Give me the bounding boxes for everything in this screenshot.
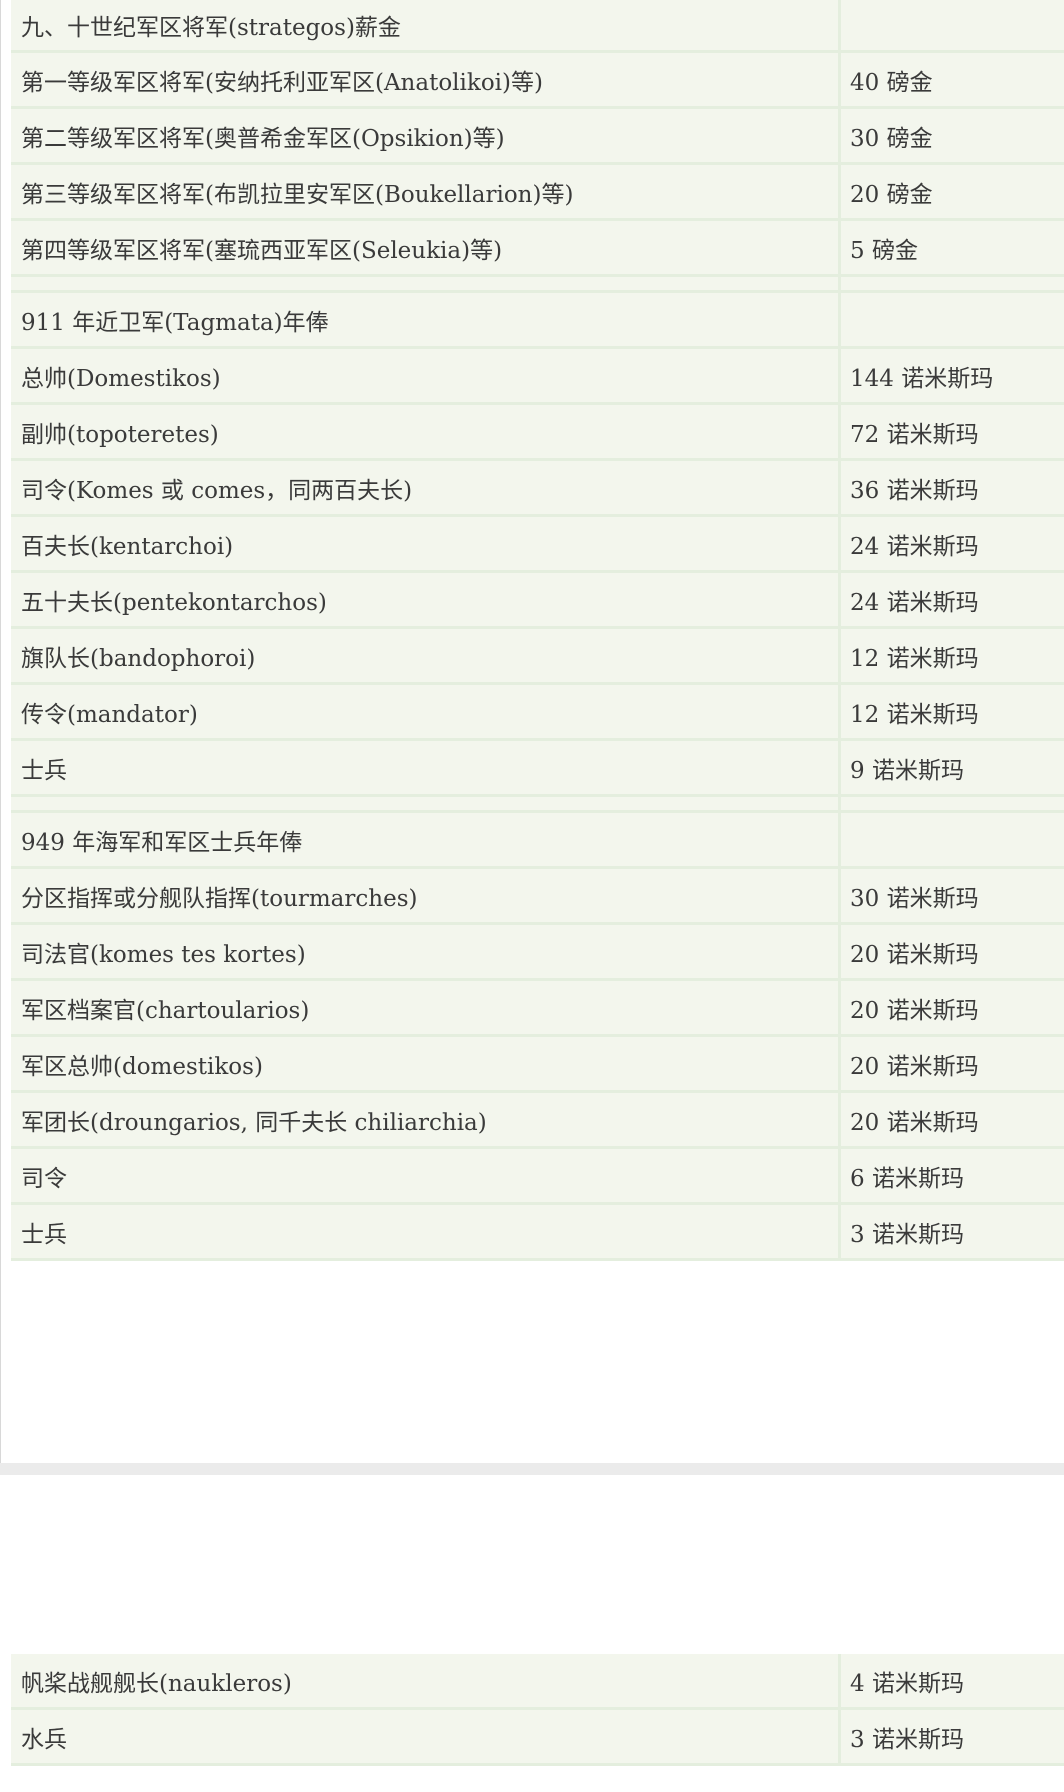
- rank-cell: 第一等级军区将军(安纳托利亚军区(Anatolikoi)等): [11, 53, 841, 109]
- rank-cell: 军区总帅(domestikos): [11, 1037, 841, 1093]
- spacer-cell: [841, 277, 1064, 293]
- table-row: 第一等级军区将军(安纳托利亚军区(Anatolikoi)等) 40 磅金: [11, 53, 1064, 109]
- pay-cell: 3 诺米斯玛: [841, 1710, 1064, 1766]
- section-spacer-row: [11, 277, 1064, 293]
- section-heading: 九、十世纪军区将军(strategos)薪金: [11, 0, 841, 53]
- table-row: 副帅(topoteretes) 72 诺米斯玛: [11, 405, 1064, 461]
- pay-cell: 40 磅金: [841, 53, 1064, 109]
- section-heading-empty-cell: [841, 293, 1064, 349]
- table-row: 总帅(Domestikos) 144 诺米斯玛: [11, 349, 1064, 405]
- section-heading-row: 九、十世纪军区将军(strategos)薪金: [11, 0, 1064, 53]
- section-heading-empty-cell: [841, 0, 1064, 53]
- table-row: 帆桨战舰舰长(naukleros) 4 诺米斯玛: [11, 1654, 1064, 1710]
- pay-cell: 12 诺米斯玛: [841, 629, 1064, 685]
- pay-cell: 30 诺米斯玛: [841, 869, 1064, 925]
- pay-cell: 24 诺米斯玛: [841, 517, 1064, 573]
- table-row: 第四等级军区将军(塞琉西亚军区(Seleukia)等) 5 磅金: [11, 221, 1064, 277]
- table-row: 军团长(droungarios, 同千夫长 chiliarchia) 20 诺米…: [11, 1093, 1064, 1149]
- table-row: 旗队长(bandophoroi) 12 诺米斯玛: [11, 629, 1064, 685]
- table-row: 军区档案官(chartoularios) 20 诺米斯玛: [11, 981, 1064, 1037]
- pay-cell: 3 诺米斯玛: [841, 1205, 1064, 1261]
- rank-cell: 百夫长(kentarchoi): [11, 517, 841, 573]
- spacer-cell: [11, 797, 841, 813]
- pay-cell: 20 诺米斯玛: [841, 1093, 1064, 1149]
- pay-cell: 20 磅金: [841, 165, 1064, 221]
- pay-cell: 20 诺米斯玛: [841, 1037, 1064, 1093]
- table-row: 司令(Komes 或 comes，同两百夫长) 36 诺米斯玛: [11, 461, 1064, 517]
- table-row: 司法官(komes tes kortes) 20 诺米斯玛: [11, 925, 1064, 981]
- rank-cell: 五十夫长(pentekontarchos): [11, 573, 841, 629]
- section-heading-empty-cell: [841, 813, 1064, 869]
- table-row: 司令 6 诺米斯玛: [11, 1149, 1064, 1205]
- pay-cell: 9 诺米斯玛: [841, 741, 1064, 797]
- rank-cell: 分区指挥或分舰队指挥(tourmarches): [11, 869, 841, 925]
- rank-cell: 士兵: [11, 1205, 841, 1261]
- pay-cell: 20 诺米斯玛: [841, 925, 1064, 981]
- section-spacer-row: [11, 797, 1064, 813]
- section-heading-row: 911 年近卫军(Tagmata)年俸: [11, 293, 1064, 349]
- table-row: 百夫长(kentarchoi) 24 诺米斯玛: [11, 517, 1064, 573]
- table-row: 第二等级军区将军(奥普希金军区(Opsikion)等) 30 磅金: [11, 109, 1064, 165]
- pay-cell: 30 磅金: [841, 109, 1064, 165]
- table-row: 士兵 9 诺米斯玛: [11, 741, 1064, 797]
- table-row: 军区总帅(domestikos) 20 诺米斯玛: [11, 1037, 1064, 1093]
- page-left-edge: [0, 0, 1, 1466]
- pay-cell: 36 诺米斯玛: [841, 461, 1064, 517]
- rank-cell: 第二等级军区将军(奥普希金军区(Opsikion)等): [11, 109, 841, 165]
- pay-cell: 24 诺米斯玛: [841, 573, 1064, 629]
- pay-cell: 5 磅金: [841, 221, 1064, 277]
- rank-cell: 旗队长(bandophoroi): [11, 629, 841, 685]
- table-row: 五十夫长(pentekontarchos) 24 诺米斯玛: [11, 573, 1064, 629]
- spacer-cell: [11, 277, 841, 293]
- pay-cell: 144 诺米斯玛: [841, 349, 1064, 405]
- salary-table-continued: 帆桨战舰舰长(naukleros) 4 诺米斯玛 水兵 3 诺米斯玛: [11, 1654, 1064, 1766]
- rank-cell: 总帅(Domestikos): [11, 349, 841, 405]
- rank-cell: 军区档案官(chartoularios): [11, 981, 841, 1037]
- rank-cell: 军团长(droungarios, 同千夫长 chiliarchia): [11, 1093, 841, 1149]
- pay-cell: 12 诺米斯玛: [841, 685, 1064, 741]
- table-row: 第三等级军区将军(布凯拉里安军区(Boukellarion)等) 20 磅金: [11, 165, 1064, 221]
- table-row: 传令(mandator) 12 诺米斯玛: [11, 685, 1064, 741]
- pay-cell: 4 诺米斯玛: [841, 1654, 1064, 1710]
- section-heading: 911 年近卫军(Tagmata)年俸: [11, 293, 841, 349]
- rank-cell: 第四等级军区将军(塞琉西亚军区(Seleukia)等): [11, 221, 841, 277]
- table-row: 水兵 3 诺米斯玛: [11, 1710, 1064, 1766]
- rank-cell: 传令(mandator): [11, 685, 841, 741]
- pay-cell: 6 诺米斯玛: [841, 1149, 1064, 1205]
- pay-cell: 20 诺米斯玛: [841, 981, 1064, 1037]
- rank-cell: 水兵: [11, 1710, 841, 1766]
- rank-cell: 第三等级军区将军(布凯拉里安军区(Boukellarion)等): [11, 165, 841, 221]
- salary-table: 九、十世纪军区将军(strategos)薪金 第一等级军区将军(安纳托利亚军区(…: [11, 0, 1064, 1261]
- rank-cell: 司令: [11, 1149, 841, 1205]
- table-row: 分区指挥或分舰队指挥(tourmarches) 30 诺米斯玛: [11, 869, 1064, 925]
- rank-cell: 帆桨战舰舰长(naukleros): [11, 1654, 841, 1710]
- page-break-divider: [0, 1463, 1064, 1475]
- table-row: 士兵 3 诺米斯玛: [11, 1205, 1064, 1261]
- rank-cell: 副帅(topoteretes): [11, 405, 841, 461]
- spacer-cell: [841, 797, 1064, 813]
- rank-cell: 司法官(komes tes kortes): [11, 925, 841, 981]
- pay-cell: 72 诺米斯玛: [841, 405, 1064, 461]
- section-heading: 949 年海军和军区士兵年俸: [11, 813, 841, 869]
- section-heading-row: 949 年海军和军区士兵年俸: [11, 813, 1064, 869]
- rank-cell: 司令(Komes 或 comes，同两百夫长): [11, 461, 841, 517]
- rank-cell: 士兵: [11, 741, 841, 797]
